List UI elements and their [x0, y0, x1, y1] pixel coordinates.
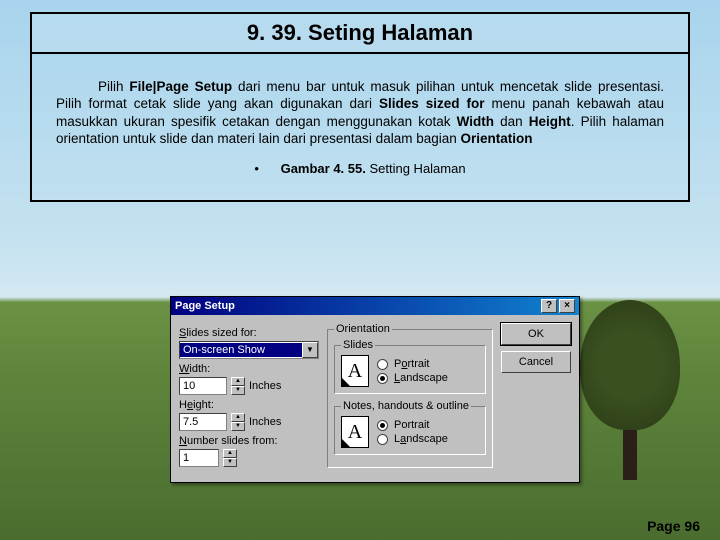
- slides-orientation-group: Slides A Portrait Landscape: [334, 339, 486, 394]
- orientation-portrait-icon: A: [341, 416, 369, 448]
- height-spinner[interactable]: ▲▼: [231, 413, 245, 431]
- slides-sized-label: Slides sized for:: [179, 327, 319, 339]
- ok-button[interactable]: OK: [501, 323, 571, 345]
- page-number: Page 96: [647, 518, 700, 534]
- cancel-button[interactable]: Cancel: [501, 351, 571, 373]
- orientation-group: Orientation Slides A Portrait Landscape: [327, 323, 493, 468]
- number-from-input[interactable]: 1: [179, 449, 219, 467]
- orientation-portrait-icon: A: [341, 355, 369, 387]
- figure-caption: • Gambar 4. 55. Setting Halaman: [56, 161, 664, 178]
- help-icon[interactable]: ?: [541, 299, 557, 313]
- dialog-title: Page Setup: [175, 300, 539, 312]
- paragraph: Pilih File|Page Setup dari menu bar untu…: [56, 78, 664, 148]
- slides-sized-combo[interactable]: On-screen Show ▼: [179, 341, 319, 359]
- page-setup-dialog: Page Setup ? × Slides sized for: On-scre…: [170, 296, 580, 483]
- notes-portrait-radio[interactable]: Portrait: [377, 419, 448, 431]
- slide-body: Pilih File|Page Setup dari menu bar untu…: [32, 54, 688, 200]
- number-from-label: Number slides from:: [179, 435, 319, 447]
- height-label: Height:: [179, 399, 319, 411]
- slide-frame: 9. 39. Seting Halaman Pilih File|Page Se…: [30, 12, 690, 202]
- height-input[interactable]: 7.5: [179, 413, 227, 431]
- chevron-down-icon[interactable]: ▼: [302, 342, 318, 358]
- close-icon[interactable]: ×: [559, 299, 575, 313]
- slide-title: 9. 39. Seting Halaman: [32, 14, 688, 54]
- width-input[interactable]: 10: [179, 377, 227, 395]
- slides-portrait-radio[interactable]: Portrait: [377, 358, 448, 370]
- width-label: Width:: [179, 363, 319, 375]
- number-spinner[interactable]: ▲▼: [223, 449, 237, 467]
- dialog-titlebar[interactable]: Page Setup ? ×: [171, 297, 579, 315]
- slides-landscape-radio[interactable]: Landscape: [377, 372, 448, 384]
- width-spinner[interactable]: ▲▼: [231, 377, 245, 395]
- background-tree: [575, 300, 685, 480]
- notes-landscape-radio[interactable]: Landscape: [377, 433, 448, 445]
- notes-orientation-group: Notes, handouts & outline A Portrait Lan…: [334, 400, 486, 455]
